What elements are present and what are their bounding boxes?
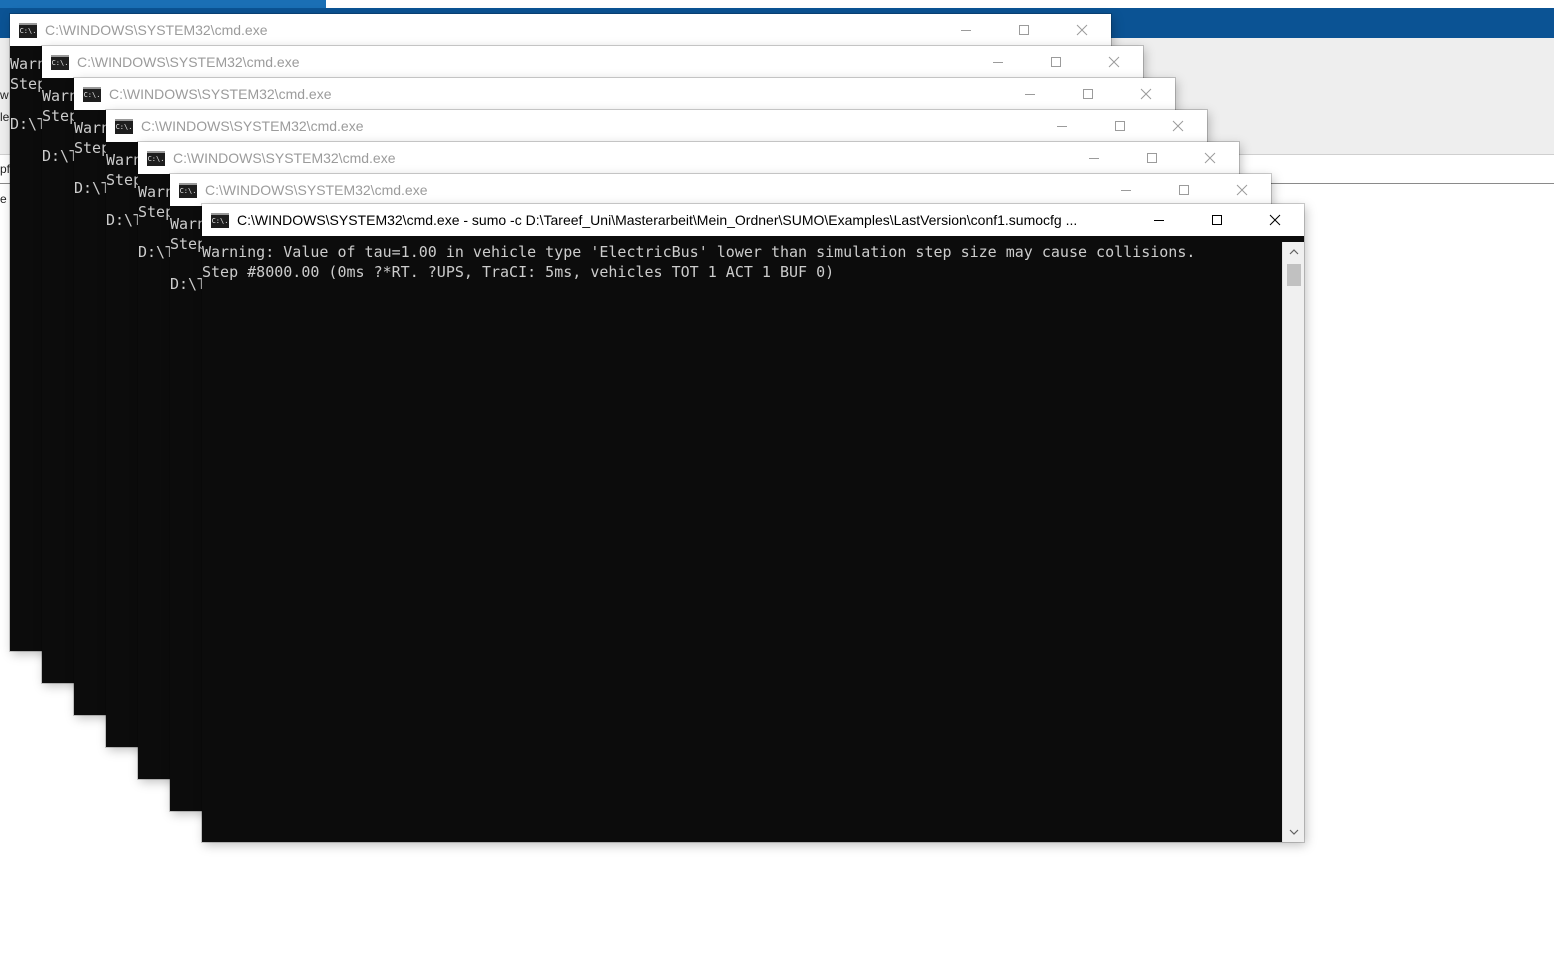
window-title-bar[interactable]: C:\. C:\WINDOWS\SYSTEM32\cmd.exe [10, 14, 1111, 46]
close-icon [1140, 88, 1152, 100]
minimize-icon [961, 30, 971, 31]
cmd-icon: C:\. [51, 54, 69, 70]
maximize-icon [1019, 25, 1029, 35]
close-icon [1172, 120, 1184, 132]
minimize-button[interactable] [937, 14, 995, 46]
minimize-icon [1121, 190, 1131, 191]
minimize-button[interactable] [1001, 78, 1059, 110]
minimize-icon [1057, 126, 1067, 127]
close-icon [1269, 214, 1281, 226]
console-line: Warning: Value of tau=1.00 in vehicle ty… [202, 243, 1196, 261]
maximize-button[interactable] [1123, 142, 1181, 174]
window-title-bar[interactable]: C:\. C:\WINDOWS\SYSTEM32\cmd.exe - sumo … [202, 204, 1304, 236]
background-text-fragment: le [0, 110, 10, 124]
close-button[interactable] [1246, 204, 1304, 236]
maximize-icon [1147, 153, 1157, 163]
cmd-icon: C:\. [83, 86, 101, 102]
maximize-button[interactable] [1155, 174, 1213, 206]
maximize-button[interactable] [1188, 204, 1246, 236]
window-title: C:\WINDOWS\SYSTEM32\cmd.exe [141, 118, 364, 134]
close-button[interactable] [1181, 142, 1239, 174]
background-text-fragment: pf [0, 162, 11, 176]
console-line: Step #8000.00 (0ms ?*RT. ?UPS, TraCI: 5m… [202, 263, 835, 281]
close-icon [1108, 56, 1120, 68]
window-title: C:\WINDOWS\SYSTEM32\cmd.exe [173, 150, 396, 166]
minimize-icon [1025, 94, 1035, 95]
minimize-button[interactable] [1130, 204, 1188, 236]
chevron-up-icon [1289, 249, 1298, 255]
close-button[interactable] [1149, 110, 1207, 142]
console-window-active[interactable]: C:\. C:\WINDOWS\SYSTEM32\cmd.exe - sumo … [202, 204, 1304, 842]
maximize-icon [1212, 215, 1222, 225]
window-title-bar[interactable]: C:\. C:\WINDOWS\SYSTEM32\cmd.exe [170, 174, 1271, 206]
close-button[interactable] [1117, 78, 1175, 110]
window-title-bar[interactable]: C:\. C:\WINDOWS\SYSTEM32\cmd.exe [74, 78, 1175, 110]
maximize-button[interactable] [1027, 46, 1085, 78]
window-title: C:\WINDOWS\SYSTEM32\cmd.exe [45, 22, 268, 38]
maximize-icon [1115, 121, 1125, 131]
close-button[interactable] [1213, 174, 1271, 206]
close-icon [1236, 184, 1248, 196]
minimize-button[interactable] [1097, 174, 1155, 206]
maximize-icon [1083, 89, 1093, 99]
background-text-fragment: e [0, 192, 7, 206]
cmd-icon: C:\. [19, 22, 37, 38]
vertical-scrollbar[interactable] [1282, 242, 1304, 842]
minimize-icon [1089, 158, 1099, 159]
close-button[interactable] [1085, 46, 1143, 78]
cmd-icon: C:\. [115, 118, 133, 134]
maximize-button[interactable] [995, 14, 1053, 46]
minimize-button[interactable] [1065, 142, 1123, 174]
window-title-bar[interactable]: C:\. C:\WINDOWS\SYSTEM32\cmd.exe [138, 142, 1239, 174]
cmd-icon: C:\. [211, 212, 229, 228]
window-title: C:\WINDOWS\SYSTEM32\cmd.exe - sumo -c D:… [237, 212, 1078, 228]
maximize-icon [1179, 185, 1189, 195]
minimize-icon [993, 62, 1003, 63]
scrollbar-thumb[interactable] [1287, 264, 1301, 286]
console-output[interactable]: Warning: Value of tau=1.00 in vehicle ty… [202, 242, 1282, 282]
minimize-button[interactable] [969, 46, 1027, 78]
close-icon [1204, 152, 1216, 164]
window-title-bar[interactable]: C:\. C:\WINDOWS\SYSTEM32\cmd.exe [106, 110, 1207, 142]
cmd-icon: C:\. [179, 182, 197, 198]
maximize-button[interactable] [1059, 78, 1117, 110]
maximize-button[interactable] [1091, 110, 1149, 142]
window-title: C:\WINDOWS\SYSTEM32\cmd.exe [77, 54, 300, 70]
close-icon [1076, 24, 1088, 36]
scroll-down-button[interactable] [1283, 822, 1304, 842]
maximize-icon [1051, 57, 1061, 67]
chevron-down-icon [1289, 829, 1298, 835]
window-title: C:\WINDOWS\SYSTEM32\cmd.exe [205, 182, 428, 198]
window-title-bar[interactable]: C:\. C:\WINDOWS\SYSTEM32\cmd.exe [42, 46, 1143, 78]
scroll-up-button[interactable] [1283, 242, 1304, 262]
minimize-icon [1154, 220, 1164, 221]
cmd-icon: C:\. [147, 150, 165, 166]
close-button[interactable] [1053, 14, 1111, 46]
window-title: C:\WINDOWS\SYSTEM32\cmd.exe [109, 86, 332, 102]
background-text-fragment: w [0, 88, 9, 102]
minimize-button[interactable] [1033, 110, 1091, 142]
